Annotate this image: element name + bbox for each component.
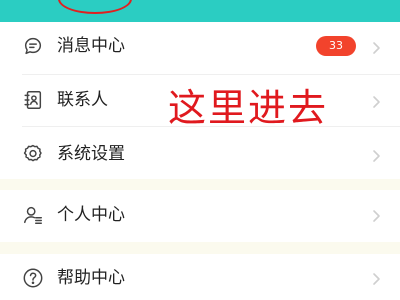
chat-bubble-icon xyxy=(24,37,42,55)
gear-icon xyxy=(23,144,42,162)
menu-item-personal-center[interactable]: 个人中心 xyxy=(0,190,400,242)
menu-item-messages-label: 消息中心 xyxy=(57,36,125,56)
menu-item-help-center[interactable]: 帮助中心 xyxy=(0,254,400,300)
person-icon xyxy=(24,206,42,224)
contact-card-icon xyxy=(24,91,42,109)
menu-item-settings-label: 系统设置 xyxy=(57,144,125,164)
menu-item-help-center-label: 帮助中心 xyxy=(57,268,125,288)
screen: 消息中心 联系人 系统设置 33 个人中心 帮助中心 这里进去 xyxy=(0,0,400,300)
menu-item-personal-center-label: 个人中心 xyxy=(57,205,125,225)
menu-item-settings[interactable]: 系统设置 xyxy=(0,126,400,178)
menu-item-contacts-label: 联系人 xyxy=(57,90,108,110)
chevron-right-icon xyxy=(373,96,380,108)
menu-group-personal: 个人中心 xyxy=(0,190,400,242)
chevron-right-icon xyxy=(373,150,380,162)
chevron-right-icon xyxy=(373,42,380,54)
menu-group-help: 帮助中心 xyxy=(0,254,400,300)
unread-count-badge: 33 xyxy=(316,36,356,56)
chevron-right-icon xyxy=(373,210,380,222)
chevron-right-icon xyxy=(373,273,380,285)
annotation-text: 这里进去 xyxy=(168,86,329,130)
help-circle-icon xyxy=(23,268,43,288)
